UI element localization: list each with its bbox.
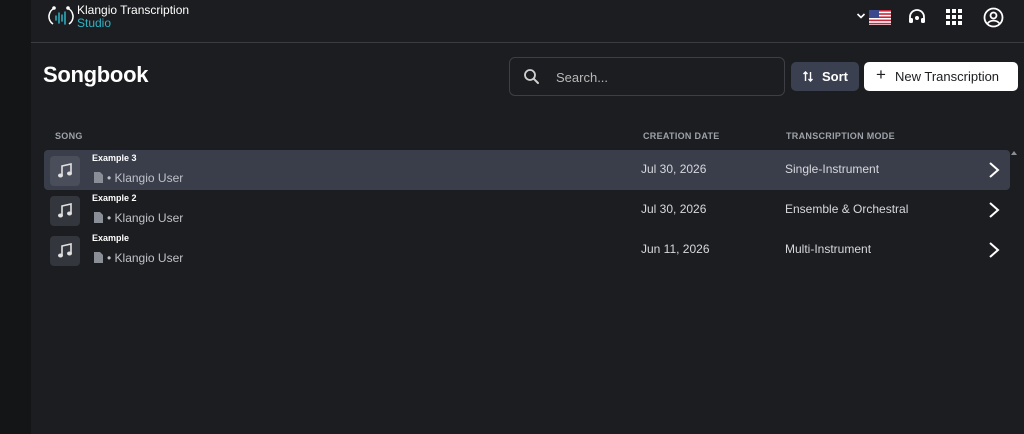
- chevron-right-icon[interactable]: [988, 241, 1000, 259]
- column-header-transcription-mode[interactable]: TRANSCRIPTION MODE: [786, 131, 895, 141]
- klangio-logo-icon[interactable]: [48, 4, 74, 30]
- us-flag-icon[interactable]: [869, 10, 891, 25]
- apps-grid-icon[interactable]: [946, 9, 962, 25]
- table-row[interactable]: Example 3 • Klangio User Jul 30, 2026 Si…: [44, 150, 1010, 190]
- file-icon: [94, 252, 103, 263]
- sort-button[interactable]: Sort: [791, 62, 859, 91]
- creation-date: Jul 30, 2026: [641, 162, 707, 176]
- song-thumbnail: [50, 196, 80, 226]
- transcription-mode: Ensemble & Orchestral: [785, 202, 909, 216]
- song-owner: • Klangio User: [107, 211, 184, 225]
- song-title: Example: [92, 233, 130, 243]
- transcription-mode: Multi-Instrument: [785, 242, 872, 256]
- new-transcription-label: New Transcription: [895, 69, 1000, 84]
- search-box[interactable]: [509, 57, 785, 96]
- song-meta: • Klangio User: [94, 171, 183, 185]
- song-title: Example 2: [92, 193, 137, 203]
- column-header-creation-date[interactable]: CREATION DATE: [643, 131, 720, 141]
- sort-button-label: Sort: [822, 69, 848, 84]
- music-note-icon: [58, 163, 72, 178]
- scrollbar-up-arrow-icon[interactable]: [1011, 150, 1017, 156]
- account-icon[interactable]: [983, 7, 1004, 28]
- chevron-down-icon[interactable]: [856, 11, 866, 21]
- sort-icon: [803, 71, 813, 82]
- song-thumbnail: [50, 156, 80, 186]
- file-icon: [94, 172, 103, 183]
- song-meta: • Klangio User: [94, 251, 183, 265]
- song-title: Example 3: [92, 153, 137, 163]
- chevron-right-icon[interactable]: [988, 201, 1000, 219]
- music-note-icon: [58, 243, 72, 258]
- new-transcription-button[interactable]: + New Transcription: [864, 62, 1018, 91]
- creation-date: Jul 30, 2026: [641, 202, 707, 216]
- song-owner: • Klangio User: [107, 171, 184, 185]
- left-sidebar-strip: [0, 0, 31, 434]
- music-note-icon: [58, 203, 72, 218]
- brand-text: Klangio Transcription Studio: [77, 4, 189, 30]
- support-headset-icon[interactable]: [907, 7, 927, 27]
- song-owner: • Klangio User: [107, 251, 184, 265]
- plus-icon: +: [876, 65, 886, 84]
- chevron-right-icon[interactable]: [988, 161, 1000, 179]
- table-row[interactable]: Example 2 • Klangio User Jul 30, 2026 En…: [44, 190, 1010, 230]
- table-row[interactable]: Example • Klangio User Jun 11, 2026 Mult…: [44, 230, 1010, 270]
- page-title: Songbook: [43, 62, 149, 87]
- creation-date: Jun 11, 2026: [641, 242, 710, 256]
- song-thumbnail: [50, 236, 80, 266]
- file-icon: [94, 212, 103, 223]
- search-icon: [524, 69, 539, 84]
- transcription-mode: Single-Instrument: [785, 162, 880, 176]
- brand-subtitle: Studio: [77, 16, 112, 30]
- top-bar: Klangio Transcription Studio: [31, 0, 1024, 43]
- song-meta: • Klangio User: [94, 211, 183, 225]
- column-header-song[interactable]: SONG: [55, 131, 83, 141]
- search-input[interactable]: [556, 66, 776, 88]
